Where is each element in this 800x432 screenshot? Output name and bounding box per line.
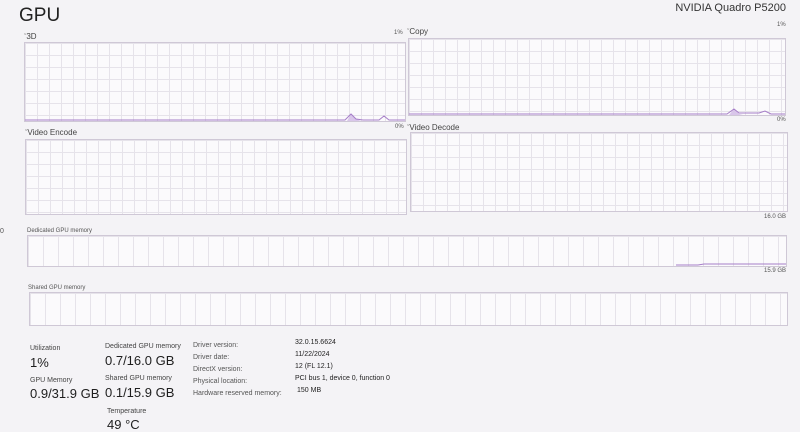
dedicated-memory-graph	[27, 235, 787, 267]
shared-memory-graph	[29, 292, 788, 326]
engine-copy-min: 0%	[777, 117, 786, 123]
gpu-memory-label: GPU Memory	[30, 377, 73, 384]
dedicated-graph-min: 15.9 GB	[764, 268, 787, 274]
shared-memory-value: 0.1/15.9 GB	[105, 385, 175, 400]
directx-version-label: DirectX version:	[193, 366, 243, 373]
dedicated-memory-value: 0.7/16.0 GB	[105, 353, 175, 368]
engine-copy-label: Copy	[409, 27, 429, 36]
physical-location-label: Physical location:	[193, 378, 248, 385]
page-title: GPU	[19, 5, 61, 26]
driver-version-label: Driver version:	[193, 342, 239, 349]
dedicated-memory-label: Dedicated GPU memory	[105, 343, 181, 350]
engine-encode-label: Video Encode	[27, 128, 78, 137]
shared-memory-label: Shared GPU memory	[105, 375, 172, 382]
utilization-label: Utilization	[30, 345, 61, 352]
temperature-label: Temperature	[107, 408, 147, 415]
directx-version-value: 12 (FL 12.1)	[295, 363, 333, 370]
engine-copy-usage-line	[409, 108, 785, 115]
engine-3d-usage-line	[25, 113, 405, 121]
dedicated-memory-usage-line	[676, 263, 786, 266]
dedicated-graph-label: Dedicated GPU memory	[27, 228, 93, 234]
engine-decode-selector[interactable]: ˇVideo Decode	[407, 123, 459, 132]
driver-date-label: Driver date:	[193, 354, 230, 361]
engine-copy-graph	[408, 38, 786, 116]
driver-version-value: 32.0.15.6624	[295, 339, 336, 346]
engine-3d-graph	[24, 42, 406, 122]
utilization-value: 1%	[30, 355, 49, 370]
engine-3d-min: 0%	[395, 124, 404, 130]
engine-copy-selector[interactable]: ˇCopy	[407, 27, 428, 36]
hardware-reserved-label: Hardware reserved memory:	[193, 390, 282, 397]
gpu-device-name: NVIDIA Quadro P5200	[675, 2, 786, 14]
engine-encode-selector[interactable]: ˇVideo Encode	[25, 128, 77, 137]
engine-3d-label: 3D	[26, 32, 37, 41]
engine-decode-graph	[410, 132, 788, 212]
edge-marker: 0	[0, 228, 4, 235]
hardware-reserved-value: 150 MB	[297, 387, 322, 394]
physical-location-value: PCI bus 1, device 0, function 0	[295, 375, 390, 382]
dedicated-graph-max: 16.0 GB	[764, 214, 787, 220]
engine-3d-max: 1%	[394, 30, 403, 36]
engine-encode-graph	[25, 139, 407, 215]
gpu-memory-value: 0.9/31.9 GB	[30, 386, 100, 401]
engine-copy-max: 1%	[777, 22, 786, 28]
shared-graph-label: Shared GPU memory	[28, 285, 86, 291]
temperature-value: 49 °C	[107, 417, 140, 432]
driver-date-value: 11/22/2024	[295, 351, 330, 358]
engine-3d-selector[interactable]: ˇ3D	[24, 32, 37, 41]
engine-decode-label: Video Decode	[409, 123, 460, 132]
